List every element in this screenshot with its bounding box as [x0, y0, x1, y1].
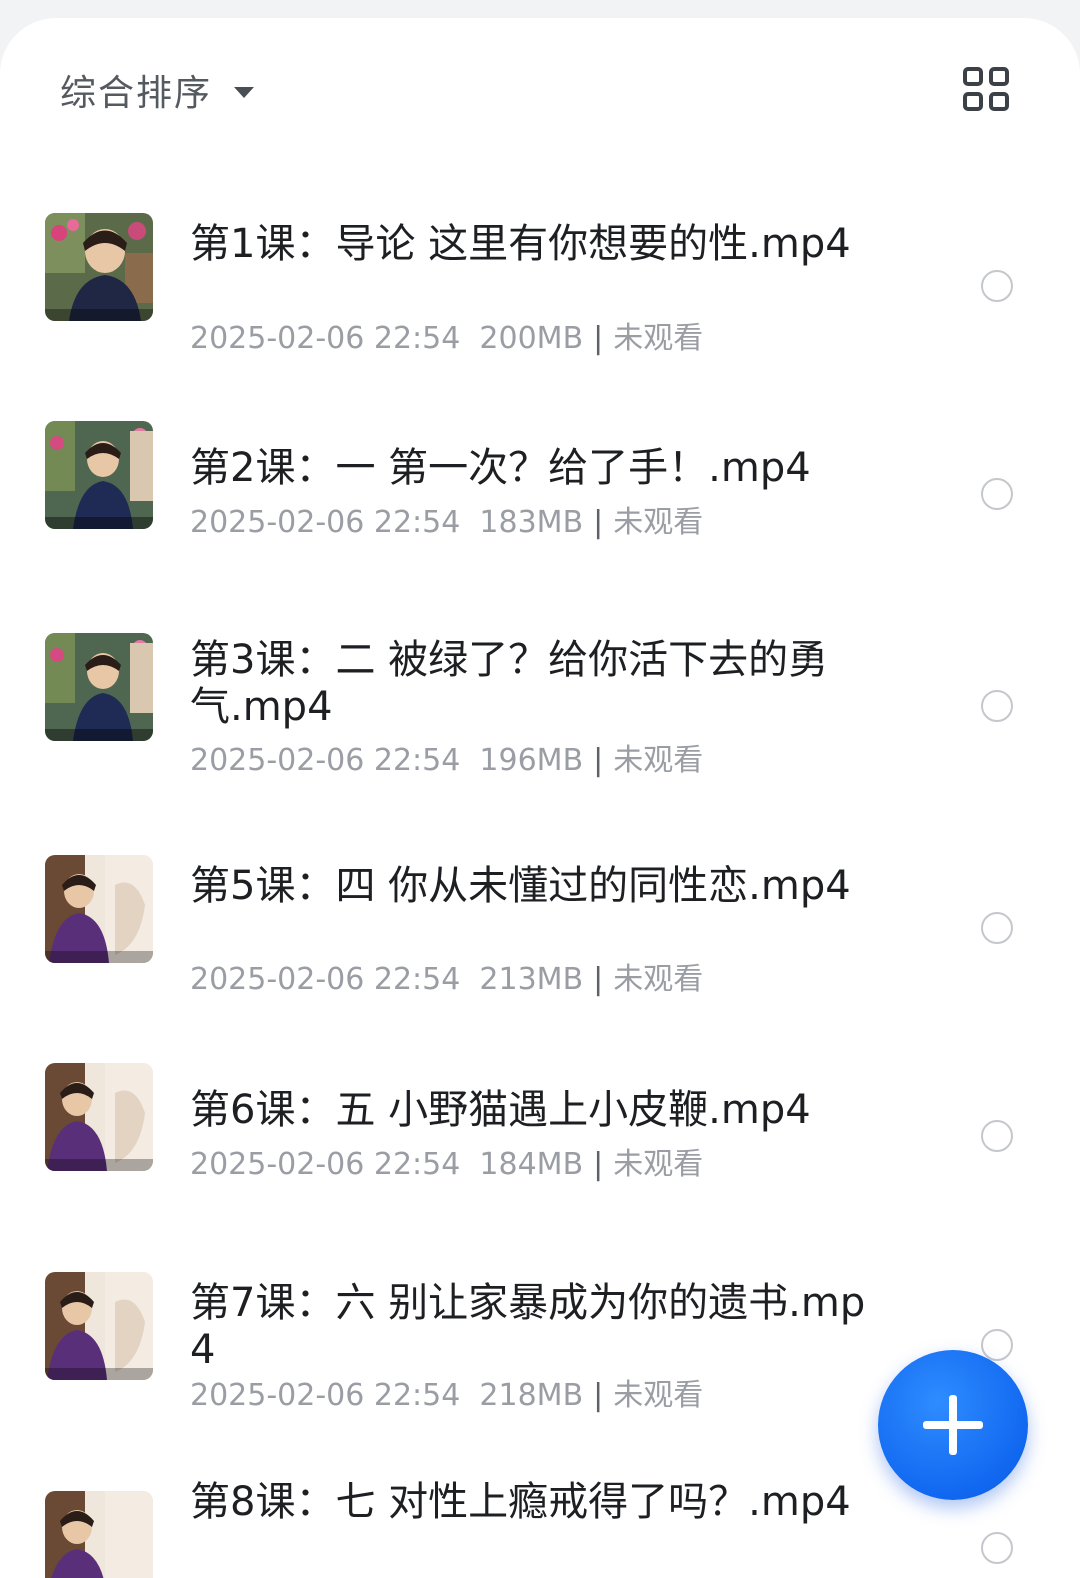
list-item[interactable]: 第5课：四 你从未懂过的同性恋.mp4 2025-02-06 22:54 213…: [0, 838, 1080, 1018]
sort-dropdown[interactable]: 综合排序: [60, 64, 255, 116]
video-date: 2025-02-06 22:54: [190, 1378, 461, 1413]
video-meta: 2025-02-06 22:54 184MB | 未观看: [190, 1147, 703, 1183]
select-radio[interactable]: [981, 690, 1013, 722]
grid-view-button[interactable]: [962, 66, 1010, 112]
select-radio[interactable]: [981, 1120, 1013, 1152]
file-list-sheet: 综合排序 第1课：导论 这里有你想要的性.mp4 2025-02-06 22:5…: [0, 18, 1080, 1578]
video-size: 183MB: [479, 505, 584, 540]
video-meta: 2025-02-06 22:54 183MB | 未观看: [190, 505, 703, 541]
video-size: 218MB: [479, 1378, 584, 1413]
caret-down-icon: [234, 86, 255, 98]
grid-view-icon: [963, 67, 1009, 111]
list-toolbar: 综合排序: [0, 18, 1080, 158]
meta-divider: |: [593, 743, 604, 778]
watch-status: 未观看: [613, 1378, 704, 1413]
watch-status: 未观看: [613, 321, 704, 356]
video-meta: 2025-02-06 22:54 200MB | 未观看: [190, 321, 703, 357]
sort-label: 综合排序: [60, 73, 213, 114]
watch-status: 未观看: [613, 743, 704, 778]
video-size: 196MB: [479, 743, 584, 778]
video-size: 184MB: [479, 1147, 584, 1182]
video-title: 第6课：五 小野猫遇上小皮鞭.mp4: [190, 1087, 811, 1133]
video-meta: 2025-02-06 22:54 218MB | 未观看: [190, 1378, 703, 1414]
list-item[interactable]: 第6课：五 小野猫遇上小皮鞭.mp4 2025-02-06 22:54 184M…: [0, 1046, 1080, 1226]
select-radio[interactable]: [981, 1532, 1013, 1564]
video-thumbnail: [45, 421, 153, 529]
video-size: 200MB: [479, 321, 584, 356]
video-thumbnail: [45, 1272, 153, 1380]
video-date: 2025-02-06 22:54: [190, 321, 461, 356]
video-thumbnail: [45, 1063, 153, 1171]
video-meta: 2025-02-06 22:54 213MB | 未观看: [190, 962, 703, 998]
list-item[interactable]: 第3课：二 被绿了？给你活下去的勇气.mp4 2025-02-06 22:54 …: [0, 616, 1080, 796]
video-date: 2025-02-06 22:54: [190, 743, 461, 778]
video-title: 第2课：一 第一次？给了手！.mp4: [190, 445, 811, 491]
watch-status: 未观看: [613, 505, 704, 540]
meta-divider: |: [593, 962, 604, 997]
video-thumbnail: [45, 633, 153, 741]
video-title: 第8课：七 对性上瘾戒得了吗？.mp4: [190, 1479, 851, 1525]
meta-divider: |: [593, 1147, 604, 1182]
select-radio[interactable]: [981, 478, 1013, 510]
watch-status: 未观看: [613, 1147, 704, 1182]
video-title: 第3课：二 被绿了？给你活下去的勇气.mp4: [190, 637, 829, 730]
video-title: 第5课：四 你从未懂过的同性恋.mp4: [190, 863, 851, 909]
meta-divider: |: [593, 321, 604, 356]
video-thumbnail: [45, 1491, 153, 1578]
meta-divider: |: [593, 1378, 604, 1413]
video-date: 2025-02-06 22:54: [190, 1147, 461, 1182]
video-title: 第1课：导论 这里有你想要的性.mp4: [190, 221, 851, 267]
select-radio[interactable]: [981, 270, 1013, 302]
meta-divider: |: [593, 505, 604, 540]
video-thumbnail: [45, 855, 153, 963]
list-item[interactable]: 第2课：一 第一次？给了手！.mp4 2025-02-06 22:54 183M…: [0, 404, 1080, 584]
select-radio[interactable]: [981, 1329, 1013, 1361]
list-item[interactable]: 第1课：导论 这里有你想要的性.mp4 2025-02-06 22:54 200…: [0, 196, 1080, 376]
video-meta: 2025-02-06 22:54 196MB | 未观看: [190, 743, 703, 779]
watch-status: 未观看: [613, 962, 704, 997]
add-button[interactable]: [878, 1350, 1028, 1500]
video-thumbnail: [45, 213, 153, 321]
select-radio[interactable]: [981, 912, 1013, 944]
video-date: 2025-02-06 22:54: [190, 505, 461, 540]
video-size: 213MB: [479, 962, 584, 997]
video-title: 第7课：六 别让家暴成为你的遗书.mp4: [190, 1280, 866, 1373]
video-date: 2025-02-06 22:54: [190, 962, 461, 997]
